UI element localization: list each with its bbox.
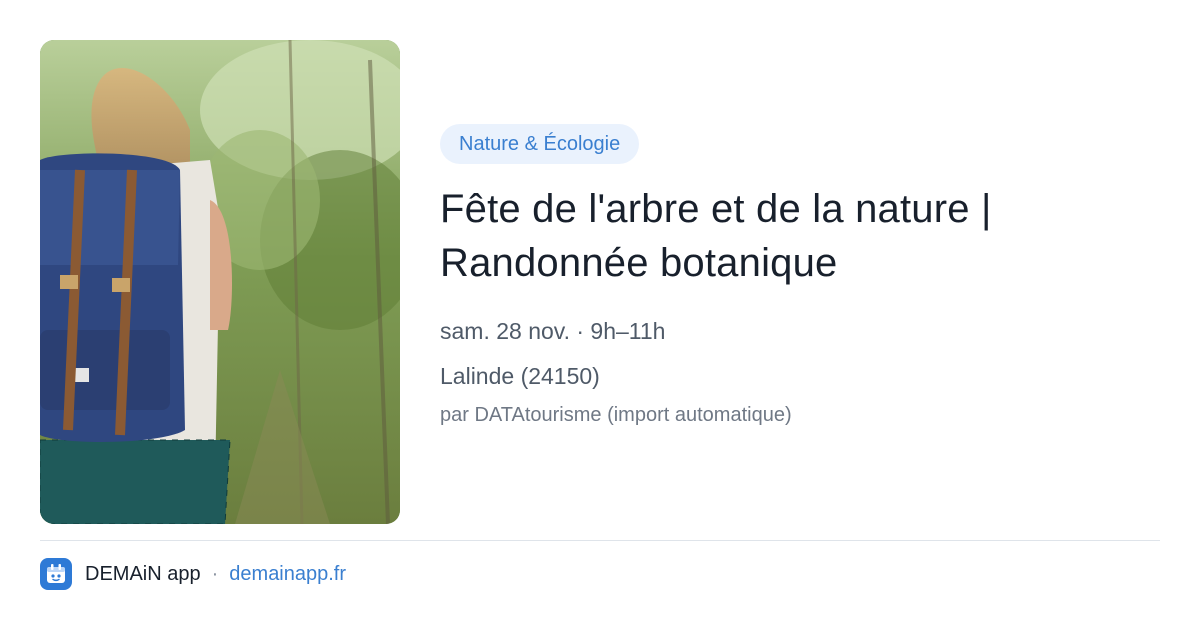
event-datetime: sam. 28 nov. · 9h–11h	[440, 318, 666, 344]
event-title: Fête de l'arbre et de la nature | Randon…	[440, 182, 1160, 290]
event-source: par DATAtourisme (import automatique)	[440, 404, 792, 426]
event-title-line-1: Fête de l'arbre et de la nature |	[440, 187, 992, 231]
footer: DEMAiN app · demainapp.fr	[40, 558, 346, 590]
footer-divider	[40, 540, 1160, 541]
event-photo	[40, 40, 400, 524]
calendar-icon	[40, 558, 72, 590]
category-badge[interactable]: Nature & Écologie	[440, 124, 640, 164]
website-link[interactable]: demainapp.fr	[229, 563, 346, 586]
app-name: DEMAiN app	[85, 562, 201, 585]
footer-separator: ·	[211, 562, 219, 585]
event-title-line-2: Randonnée botanique	[440, 241, 838, 285]
event-location: Lalinde (24150)	[440, 363, 600, 389]
event-details: Nature & Écologie Fête de l'arbre et de …	[440, 124, 1160, 427]
